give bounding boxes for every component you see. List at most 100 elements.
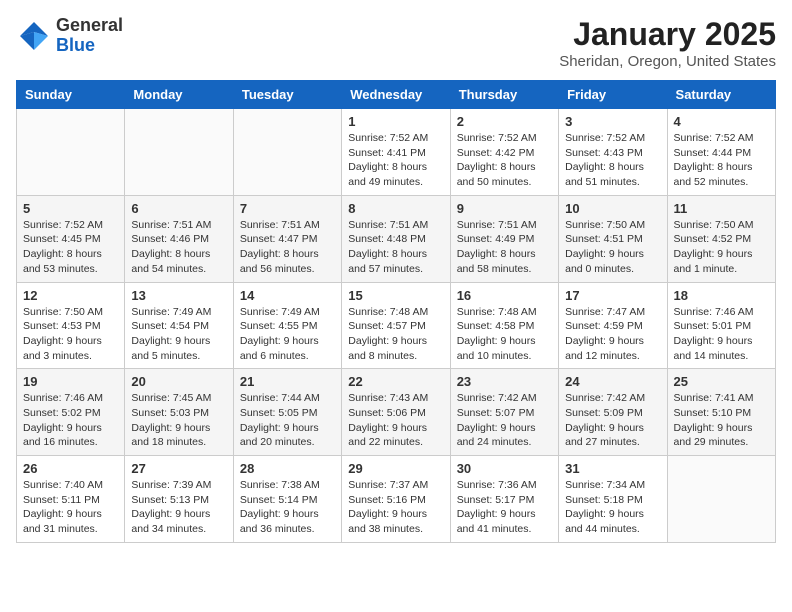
calendar-cell: 11 Sunrise: 7:50 AM Sunset: 4:52 PM Dayli… <box>667 195 775 282</box>
cell-content: Sunrise: 7:46 AM Sunset: 5:02 PM Dayligh… <box>23 392 103 448</box>
calendar-cell: 16 Sunrise: 7:48 AM Sunset: 4:58 PM Dayli… <box>450 282 558 369</box>
calendar-cell: 3Sunrise: 7:52 AM Sunset: 4:43 PM Daylig… <box>559 109 667 196</box>
cell-content: Sunrise: 7:43 AM Sunset: 5:06 PM Dayligh… <box>348 392 428 448</box>
week-row-5: 26 Sunrise: 7:40 AM Sunset: 5:11 PM Dayli… <box>17 456 776 543</box>
page-header: General Blue January 2025 Sheridan, Oreg… <box>16 16 776 70</box>
day-number: 23 <box>457 374 552 389</box>
calendar-cell: 21Sunrise: 7:44 AM Sunset: 5:05 PM Dayli… <box>233 369 341 456</box>
calendar-cell: 7 Sunrise: 7:51 AM Sunset: 4:47 PM Daylig… <box>233 195 341 282</box>
day-header-saturday: Saturday <box>667 81 775 109</box>
cell-content: Sunrise: 7:51 AM Sunset: 4:47 PM Dayligh… <box>240 219 320 275</box>
calendar-cell: 8Sunrise: 7:51 AM Sunset: 4:48 PM Daylig… <box>342 195 450 282</box>
day-number: 5 <box>23 201 118 216</box>
day-number: 31 <box>565 461 660 476</box>
title-area: January 2025 Sheridan, Oregon, United St… <box>559 16 776 70</box>
day-header-wednesday: Wednesday <box>342 81 450 109</box>
calendar-cell <box>17 109 125 196</box>
day-header-friday: Friday <box>559 81 667 109</box>
day-number: 20 <box>131 374 226 389</box>
cell-content: Sunrise: 7:36 AM Sunset: 5:17 PM Dayligh… <box>457 479 537 535</box>
cell-content: Sunrise: 7:48 AM Sunset: 4:57 PM Dayligh… <box>348 306 428 362</box>
day-number: 10 <box>565 201 660 216</box>
cell-content: Sunrise: 7:42 AM Sunset: 5:09 PM Dayligh… <box>565 392 645 448</box>
cell-content: Sunrise: 7:34 AM Sunset: 5:18 PM Dayligh… <box>565 479 645 535</box>
calendar-cell: 23 Sunrise: 7:42 AM Sunset: 5:07 PM Dayli… <box>450 369 558 456</box>
calendar-cell: 15 Sunrise: 7:48 AM Sunset: 4:57 PM Dayli… <box>342 282 450 369</box>
cell-content: Sunrise: 7:52 AM Sunset: 4:45 PM Dayligh… <box>23 219 103 275</box>
week-row-3: 12Sunrise: 7:50 AM Sunset: 4:53 PM Dayli… <box>17 282 776 369</box>
cell-content: Sunrise: 7:38 AM Sunset: 5:14 PM Dayligh… <box>240 479 320 535</box>
calendar-cell: 2 Sunrise: 7:52 AM Sunset: 4:42 PM Daylig… <box>450 109 558 196</box>
cell-content: Sunrise: 7:45 AM Sunset: 5:03 PM Dayligh… <box>131 392 211 448</box>
cell-content: Sunrise: 7:51 AM Sunset: 4:46 PM Dayligh… <box>131 219 211 275</box>
cell-content: Sunrise: 7:49 AM Sunset: 4:54 PM Dayligh… <box>131 306 211 362</box>
week-row-1: 1Sunrise: 7:52 AM Sunset: 4:41 PM Daylig… <box>17 109 776 196</box>
cell-content: Sunrise: 7:51 AM Sunset: 4:48 PM Dayligh… <box>348 219 428 275</box>
cell-content: Sunrise: 7:37 AM Sunset: 5:16 PM Dayligh… <box>348 479 428 535</box>
cell-content: Sunrise: 7:42 AM Sunset: 5:07 PM Dayligh… <box>457 392 537 448</box>
calendar-cell: 5 Sunrise: 7:52 AM Sunset: 4:45 PM Daylig… <box>17 195 125 282</box>
calendar-cell: 29 Sunrise: 7:37 AM Sunset: 5:16 PM Dayli… <box>342 456 450 543</box>
calendar-cell: 1Sunrise: 7:52 AM Sunset: 4:41 PM Daylig… <box>342 109 450 196</box>
day-header-thursday: Thursday <box>450 81 558 109</box>
calendar-cell: 6 Sunrise: 7:51 AM Sunset: 4:46 PM Daylig… <box>125 195 233 282</box>
week-row-4: 19 Sunrise: 7:46 AM Sunset: 5:02 PM Dayli… <box>17 369 776 456</box>
week-row-2: 5 Sunrise: 7:52 AM Sunset: 4:45 PM Daylig… <box>17 195 776 282</box>
cell-content: Sunrise: 7:48 AM Sunset: 4:58 PM Dayligh… <box>457 306 537 362</box>
calendar-cell: 17 Sunrise: 7:47 AM Sunset: 4:59 PM Dayli… <box>559 282 667 369</box>
day-number: 16 <box>457 288 552 303</box>
calendar-cell: 30Sunrise: 7:36 AM Sunset: 5:17 PM Dayli… <box>450 456 558 543</box>
calendar-cell: 4 Sunrise: 7:52 AM Sunset: 4:44 PM Daylig… <box>667 109 775 196</box>
day-number: 26 <box>23 461 118 476</box>
calendar-cell: 20 Sunrise: 7:45 AM Sunset: 5:03 PM Dayli… <box>125 369 233 456</box>
cell-content: Sunrise: 7:52 AM Sunset: 4:42 PM Dayligh… <box>457 132 537 188</box>
calendar-cell: 14Sunrise: 7:49 AM Sunset: 4:55 PM Dayli… <box>233 282 341 369</box>
calendar-cell: 10 Sunrise: 7:50 AM Sunset: 4:51 PM Dayli… <box>559 195 667 282</box>
calendar-cell: 28 Sunrise: 7:38 AM Sunset: 5:14 PM Dayli… <box>233 456 341 543</box>
day-number: 28 <box>240 461 335 476</box>
calendar-cell: 9Sunrise: 7:51 AM Sunset: 4:49 PM Daylig… <box>450 195 558 282</box>
days-header-row: SundayMondayTuesdayWednesdayThursdayFrid… <box>17 81 776 109</box>
calendar-cell: 13 Sunrise: 7:49 AM Sunset: 4:54 PM Dayli… <box>125 282 233 369</box>
day-number: 25 <box>674 374 769 389</box>
location: Sheridan, Oregon, United States <box>559 53 776 70</box>
day-number: 12 <box>23 288 118 303</box>
logo-icon <box>16 18 52 54</box>
cell-content: Sunrise: 7:40 AM Sunset: 5:11 PM Dayligh… <box>23 479 103 535</box>
logo-blue: Blue <box>56 36 123 56</box>
day-number: 13 <box>131 288 226 303</box>
cell-content: Sunrise: 7:52 AM Sunset: 4:44 PM Dayligh… <box>674 132 754 188</box>
day-number: 27 <box>131 461 226 476</box>
cell-content: Sunrise: 7:52 AM Sunset: 4:43 PM Dayligh… <box>565 132 645 188</box>
calendar-cell: 24 Sunrise: 7:42 AM Sunset: 5:09 PM Dayli… <box>559 369 667 456</box>
cell-content: Sunrise: 7:47 AM Sunset: 4:59 PM Dayligh… <box>565 306 645 362</box>
logo: General Blue <box>16 16 123 56</box>
day-header-monday: Monday <box>125 81 233 109</box>
calendar-cell: 19 Sunrise: 7:46 AM Sunset: 5:02 PM Dayli… <box>17 369 125 456</box>
calendar-cell: 26 Sunrise: 7:40 AM Sunset: 5:11 PM Dayli… <box>17 456 125 543</box>
logo-general: General <box>56 16 123 36</box>
day-number: 2 <box>457 114 552 129</box>
day-number: 24 <box>565 374 660 389</box>
cell-content: Sunrise: 7:49 AM Sunset: 4:55 PM Dayligh… <box>240 306 320 362</box>
calendar-cell: 18Sunrise: 7:46 AM Sunset: 5:01 PM Dayli… <box>667 282 775 369</box>
calendar-cell: 12Sunrise: 7:50 AM Sunset: 4:53 PM Dayli… <box>17 282 125 369</box>
logo-text: General Blue <box>56 16 123 56</box>
calendar-cell: 31 Sunrise: 7:34 AM Sunset: 5:18 PM Dayli… <box>559 456 667 543</box>
day-header-tuesday: Tuesday <box>233 81 341 109</box>
day-number: 6 <box>131 201 226 216</box>
day-number: 15 <box>348 288 443 303</box>
calendar-cell: 25Sunrise: 7:41 AM Sunset: 5:10 PM Dayli… <box>667 369 775 456</box>
day-number: 29 <box>348 461 443 476</box>
day-number: 11 <box>674 201 769 216</box>
day-number: 18 <box>674 288 769 303</box>
calendar-cell <box>125 109 233 196</box>
cell-content: Sunrise: 7:50 AM Sunset: 4:52 PM Dayligh… <box>674 219 754 275</box>
cell-content: Sunrise: 7:50 AM Sunset: 4:51 PM Dayligh… <box>565 219 645 275</box>
month-title: January 2025 <box>559 16 776 53</box>
day-number: 4 <box>674 114 769 129</box>
day-number: 19 <box>23 374 118 389</box>
day-number: 17 <box>565 288 660 303</box>
day-number: 7 <box>240 201 335 216</box>
day-number: 21 <box>240 374 335 389</box>
